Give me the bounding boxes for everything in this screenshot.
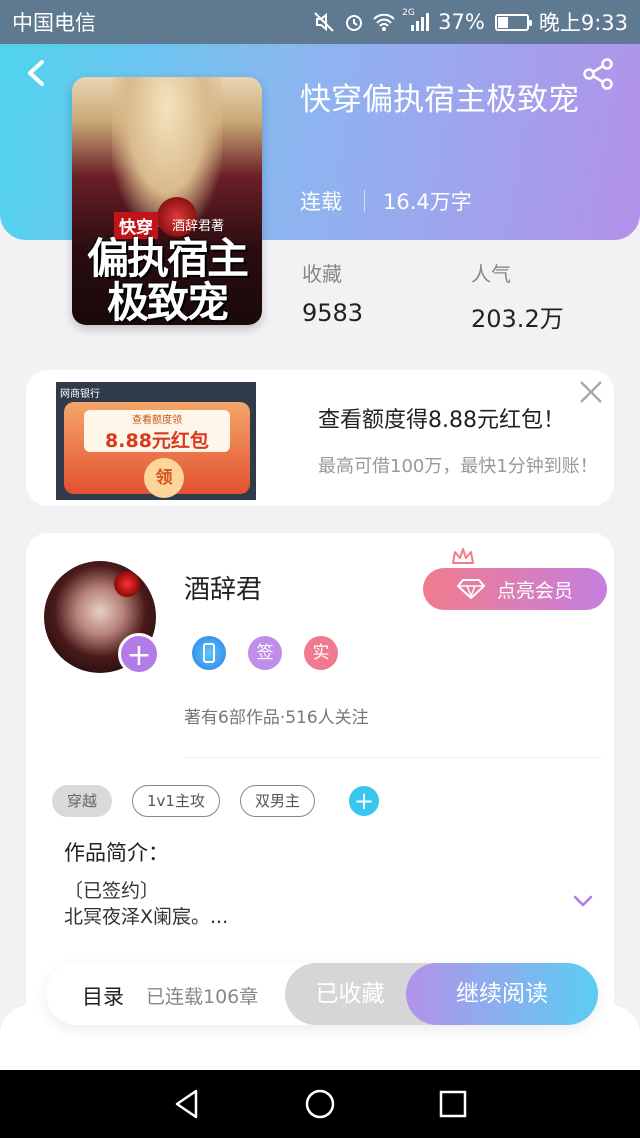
alarm-icon	[342, 10, 366, 34]
chevron-down-icon[interactable]	[572, 893, 594, 909]
wifi-icon	[372, 10, 396, 34]
stat-label: 收藏	[302, 262, 342, 286]
bottom-action-bar: 目录 已连载106章 已收藏 继续阅读	[46, 963, 598, 1025]
ad-image[interactable]: 网商银行 查看额度领 8.88元红包 领	[56, 382, 256, 500]
author-badges: 签 实	[192, 636, 338, 670]
vip-button-label: 点亮会员	[496, 579, 573, 602]
network-type-label: 2G	[402, 8, 415, 18]
meta-divider	[364, 190, 365, 212]
stat-popularity: 人气 203.2万	[471, 258, 564, 334]
continue-reading-button[interactable]: 继续阅读	[406, 963, 598, 1025]
close-icon	[580, 381, 602, 403]
intro-text[interactable]: 〔已签约〕 北冥夜泽X阑宸。...	[64, 878, 228, 930]
red-packet-card: 查看额度领 8.88元红包	[84, 410, 230, 452]
back-arrow-icon	[28, 60, 44, 86]
book-cover[interactable]: 快穿 酒辞君著 偏执宿主极致宠	[72, 77, 262, 325]
ad-logo: 网商银行	[60, 389, 100, 400]
chapter-count[interactable]: 已连载106章	[146, 982, 258, 1009]
book-meta: 连载 16.4万字	[300, 186, 472, 216]
signal-icon: 2G	[402, 8, 432, 34]
author-name[interactable]: 酒辞君	[184, 569, 262, 606]
red-packet-top-text: 查看额度领	[132, 415, 182, 426]
ad-banner[interactable]: 网商银行 查看额度领 8.88元红包 领 查看额度得8.88元红包！ 最高可借1…	[26, 370, 614, 506]
crown-icon	[452, 548, 474, 564]
nav-back-button[interactable]	[167, 1084, 207, 1124]
system-nav-bar	[0, 1070, 640, 1138]
status-icons: 2G 37% 晚上9:33	[312, 7, 628, 37]
carrier-label: 中国电信	[12, 11, 96, 35]
stat-collections: 收藏 9583	[302, 258, 363, 327]
nav-home-button[interactable]	[300, 1084, 340, 1124]
book-status: 连载	[300, 190, 342, 214]
cover-author: 酒辞君著	[172, 219, 225, 234]
nav-recents-button[interactable]	[433, 1084, 473, 1124]
book-title: 快穿偏执宿主极致宠	[300, 82, 579, 118]
avatar-flower	[114, 571, 140, 597]
vip-button[interactable]: 点亮会员	[423, 568, 607, 610]
intro-line: 北冥夜泽X阑宸。...	[64, 906, 229, 928]
status-bar: 中国电信 2G 37% 晚上9:33	[0, 0, 640, 44]
tag-chip[interactable]: 双男主	[239, 785, 315, 817]
stat-label: 人气	[471, 262, 511, 286]
clock: 晚上9:33	[538, 11, 628, 35]
red-packet-amount: 8.88元红包	[105, 430, 209, 452]
intro-line: 〔已签约〕	[64, 880, 160, 902]
signed-badge: 签	[248, 636, 282, 670]
mute-icon	[312, 10, 336, 34]
real-name-badge: 实	[304, 636, 338, 670]
diamond-icon	[456, 579, 485, 599]
add-tag-button[interactable]: +	[349, 786, 379, 816]
red-packet: 查看额度领 8.88元红包 领	[64, 402, 250, 498]
stat-value: 203.2万	[471, 305, 564, 333]
stat-value: 9583	[302, 299, 364, 327]
toc-button[interactable]: 目录	[82, 981, 124, 1011]
battery-percent: 37%	[438, 10, 485, 34]
circle-home-icon	[305, 1089, 335, 1119]
battery-icon	[494, 13, 532, 31]
divider	[184, 757, 602, 758]
back-button[interactable]	[20, 56, 54, 90]
tag-chip[interactable]: 1v1主攻	[132, 785, 220, 817]
ad-subtitle: 最高可借100万，最快1分钟到账！	[318, 456, 598, 477]
phone-verified-icon	[192, 636, 226, 670]
tag-chip[interactable]: 穿越	[52, 785, 113, 817]
square-recents-icon	[440, 1090, 467, 1118]
book-word-count: 16.4万字	[383, 190, 472, 214]
ad-close-button[interactable]	[576, 378, 606, 408]
intro-heading: 作品简介：	[64, 841, 169, 865]
follow-author-button[interactable]: +	[118, 633, 160, 675]
red-packet-coin: 领	[144, 458, 184, 498]
author-works-info: 著有6部作品·516人关注	[184, 708, 369, 728]
ad-title: 查看额度得8.88元红包！	[318, 408, 565, 433]
triangle-back-icon	[175, 1089, 197, 1119]
cover-title-art: 偏执宿主极致宠	[86, 234, 249, 325]
plus-icon: +	[126, 638, 152, 673]
plus-icon: +	[353, 787, 375, 815]
book-tags: 穿越 1v1主攻 双男主 +	[52, 785, 379, 817]
